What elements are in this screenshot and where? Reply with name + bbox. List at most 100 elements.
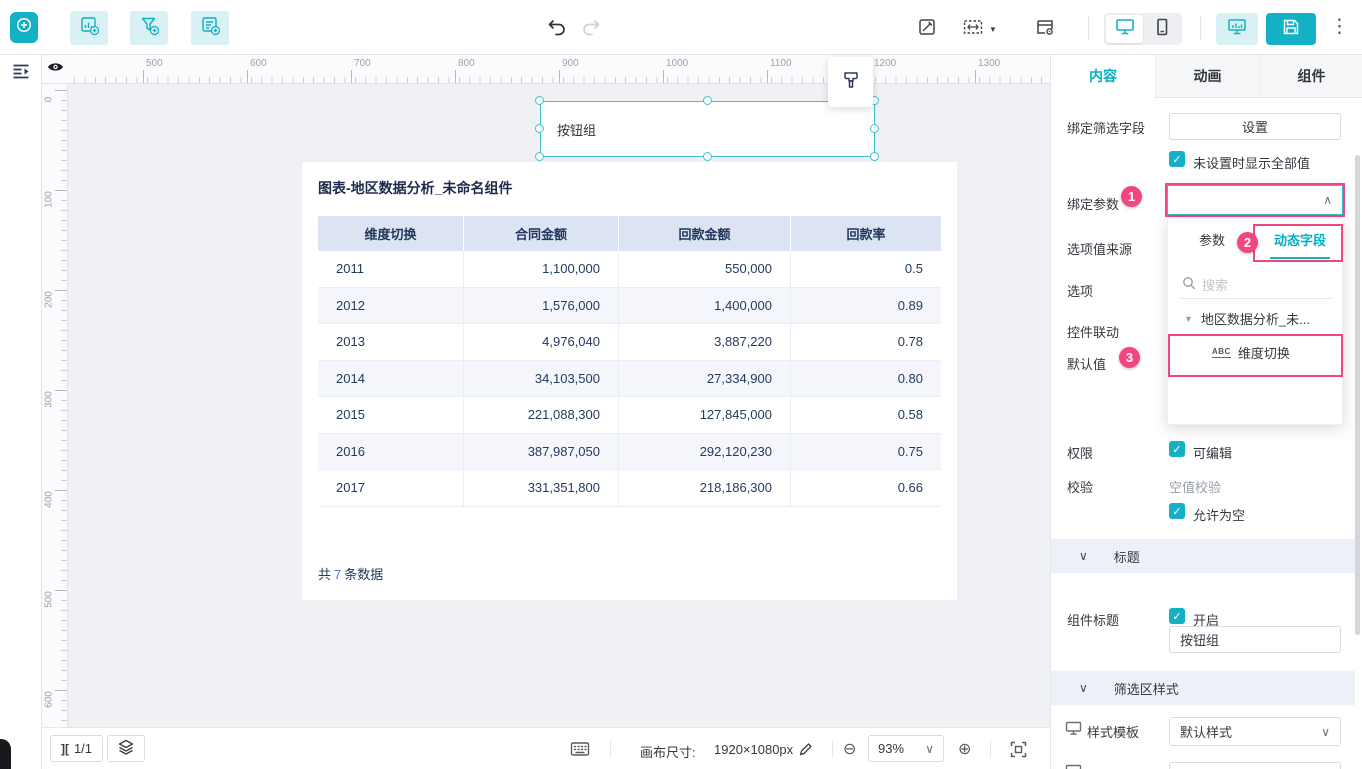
preview-button[interactable] <box>1216 13 1258 45</box>
table-cell: 34,103,500 <box>464 360 619 396</box>
chart-table-component[interactable]: 图表-地区数据分析_未命名组件 维度切换 合同金额 回款金额 回款率 2011 1,10… <box>302 162 957 600</box>
page-split-icon: ][ <box>60 741 69 756</box>
statusbar-divider <box>990 740 991 758</box>
resize-handle-w[interactable] <box>535 124 544 133</box>
search-input[interactable] <box>1202 278 1322 293</box>
ruler-top: 500 600 700 800 900 1000 1100 1200 1300 <box>68 55 1050 84</box>
add-form-button[interactable] <box>191 11 229 45</box>
bind-param-select[interactable]: ∧ <box>1167 185 1343 215</box>
zoom-in-button[interactable]: ⊕ <box>958 739 971 759</box>
edit-canvas-size-button[interactable] <box>798 741 814 762</box>
table-cell: 2012 <box>318 287 464 323</box>
canvas-settings-button[interactable] <box>1034 16 1056 43</box>
panel-scrollbar[interactable] <box>1355 155 1360 635</box>
section-filter-style-header[interactable]: ∨ 筛选区样式 <box>1051 671 1355 705</box>
table-header-cell: 回款金额 <box>619 216 791 251</box>
toolbar-divider <box>1088 15 1089 41</box>
resize-handle-e[interactable] <box>870 124 879 133</box>
desktop-mode-button[interactable] <box>1106 15 1143 43</box>
cutoff-row-select[interactable] <box>1169 762 1341 769</box>
eye-icon <box>47 60 64 78</box>
save-button[interactable] <box>1266 13 1316 45</box>
redo-button[interactable] <box>580 16 602 38</box>
table-cell: 2013 <box>318 324 464 360</box>
table-cell: 3,887,220 <box>619 324 791 360</box>
chevron-down-icon: ∨ <box>1079 549 1088 563</box>
dropdown-tab-dynamic-field[interactable]: 动态字段 <box>1256 219 1344 259</box>
section-title-header[interactable]: ∨ 标题 <box>1051 539 1355 573</box>
table-row: 2011 1,100,000 550,000 0.5 <box>318 251 941 288</box>
device-switch <box>1104 13 1182 45</box>
mobile-mode-button[interactable] <box>1143 15 1180 43</box>
chevron-down-icon: ∨ <box>1321 724 1330 739</box>
linkage-label: 控件联动 <box>1067 325 1120 340</box>
status-bar: ][ 1/1 画布尺寸: 1920×1080px ⊖ 93% ∨ ⊕ <box>42 727 1050 769</box>
selected-component-button-group[interactable]: 按钮组 <box>540 101 875 157</box>
resize-handle-sw[interactable] <box>535 152 544 161</box>
more-menu-button[interactable]: ⋮ <box>1330 14 1349 40</box>
tab-animation[interactable]: 动画 <box>1155 55 1259 98</box>
zoom-select[interactable]: 93% ∨ <box>868 735 944 762</box>
ruler-left-label: 300 <box>43 391 55 408</box>
title-enable-checkbox[interactable]: ✓ <box>1169 608 1185 624</box>
chevron-down-icon: ∨ <box>1079 681 1088 695</box>
tab-component[interactable]: 组件 <box>1259 55 1362 98</box>
editable-checkbox[interactable]: ✓ <box>1169 441 1185 457</box>
layers-button[interactable] <box>107 735 145 762</box>
keyboard-shortcuts-button[interactable] <box>570 741 590 762</box>
theme-magic-button[interactable] <box>916 16 938 43</box>
corner-decoration <box>0 739 11 769</box>
set-button[interactable]: 设置 <box>1169 113 1341 140</box>
mobile-icon <box>1153 18 1171 41</box>
resize-handle-nw[interactable] <box>535 96 544 105</box>
resize-handle-n[interactable] <box>703 96 712 105</box>
add-component-button[interactable] <box>10 12 38 43</box>
zoom-value: 93% <box>878 741 905 756</box>
selection-adapt-button[interactable]: ▼ <box>962 16 997 43</box>
magic-wand-icon <box>916 16 938 43</box>
ruler-left: 0 100 200 300 400 500 600 <box>42 84 68 727</box>
table-row: 2017 331,351,800 218,186,300 0.66 <box>318 470 941 507</box>
tree-expand-icon[interactable]: ▼ <box>1184 314 1193 324</box>
circle-plus-icon <box>14 15 34 40</box>
resize-handle-se[interactable] <box>870 152 879 161</box>
resize-handle-s[interactable] <box>703 152 712 161</box>
allow-null-checkbox[interactable]: ✓ <box>1169 503 1185 519</box>
ruler-top-label: 600 <box>250 58 267 69</box>
ruler-top-label: 800 <box>458 58 475 69</box>
left-sidebar <box>0 55 42 769</box>
component-title-input[interactable] <box>1169 626 1341 653</box>
section-title-label: 标题 <box>1113 549 1140 565</box>
table-footer: 共 7 条数据 <box>318 564 383 583</box>
permission-label: 权限 <box>1067 446 1094 461</box>
add-chart-button[interactable] <box>70 11 108 45</box>
table-cell: 4,976,040 <box>464 324 619 360</box>
bind-param-label: 绑定参数 <box>1067 197 1120 212</box>
undo-button[interactable] <box>546 16 568 38</box>
add-filter-button[interactable] <box>130 11 168 45</box>
show-all-checkbox[interactable]: ✓ <box>1169 151 1185 167</box>
table-row: 2013 4,976,040 3,887,220 0.78 <box>318 324 941 361</box>
monitor-small-icon <box>1065 721 1082 741</box>
page-indicator-button[interactable]: ][ 1/1 <box>50 735 103 762</box>
tree-node-dataset[interactable]: ▼ 地区数据分析_未... <box>1184 309 1336 328</box>
fit-to-screen-button[interactable] <box>1010 741 1027 763</box>
monitor-icon <box>1115 18 1135 41</box>
annotation-step-2: 2 <box>1237 232 1258 253</box>
annotation-step-1: 1 <box>1121 186 1142 207</box>
layers-icon <box>117 738 135 759</box>
ruler-visibility-toggle[interactable] <box>42 55 68 84</box>
design-canvas[interactable]: 按钮组 图表-地区数据分析_未命名组件 维度切换 合同金额 回款金额 回款率 2011… <box>68 84 1050 727</box>
footer-count: 7 <box>334 567 342 582</box>
zoom-out-button[interactable]: ⊖ <box>843 739 856 759</box>
style-template-select[interactable]: 默认样式 ∨ <box>1169 717 1341 746</box>
table-row: 2012 1,576,000 1,400,000 0.89 <box>318 287 941 324</box>
table-header-cell: 维度切换 <box>318 216 464 251</box>
layer-panel-toggle[interactable] <box>12 63 31 85</box>
format-brush-button[interactable] <box>828 57 873 107</box>
tree-item-dimension-field[interactable]: ABC 维度切换 <box>1212 343 1290 362</box>
table-cell: 221,088,300 <box>464 397 619 433</box>
tab-content[interactable]: 内容 <box>1051 55 1155 98</box>
data-table: 维度切换 合同金额 回款金额 回款率 2011 1,100,000 550,000 0.5 2… <box>318 216 941 507</box>
dashed-selection-icon <box>962 16 986 43</box>
